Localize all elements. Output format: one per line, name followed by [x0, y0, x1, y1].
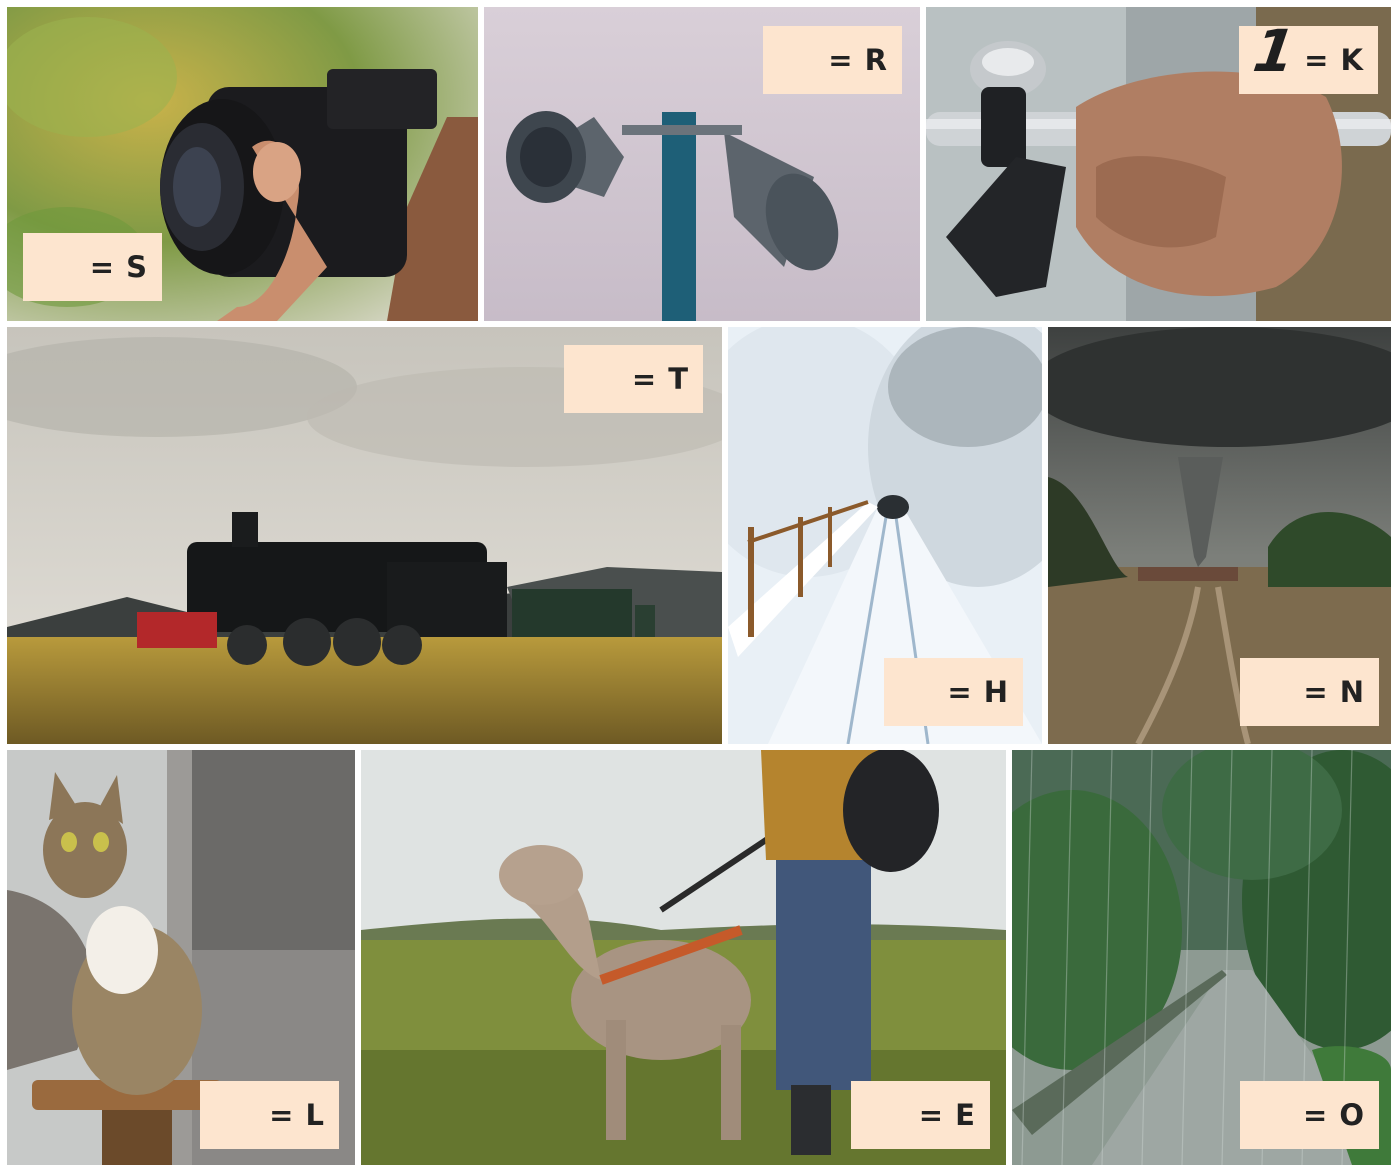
letter-label: = L — [200, 1081, 339, 1149]
letter-label: = R — [763, 26, 902, 94]
tile-bicycle-bell: = K 1 — [926, 7, 1391, 321]
tile-rain-road: = O — [1012, 750, 1391, 1165]
tile-snowy-path: = H — [728, 327, 1042, 744]
letter-label: = O — [1240, 1081, 1379, 1149]
letter-label: = T — [564, 345, 703, 413]
tile-camera: = S — [7, 7, 478, 321]
tile-steam-train: = T — [7, 327, 722, 744]
tile-tornado: = N — [1048, 327, 1391, 744]
tile-siren: = R — [484, 7, 920, 321]
letter-label: = H — [884, 658, 1023, 726]
letter-label: = E — [851, 1081, 990, 1149]
tile-dog: = E — [361, 750, 1006, 1165]
tile-cat: = L — [7, 750, 355, 1165]
letter-label: = N — [1240, 658, 1379, 726]
number-one: 1 — [1249, 17, 1300, 85]
letter-label: = S — [23, 233, 162, 301]
